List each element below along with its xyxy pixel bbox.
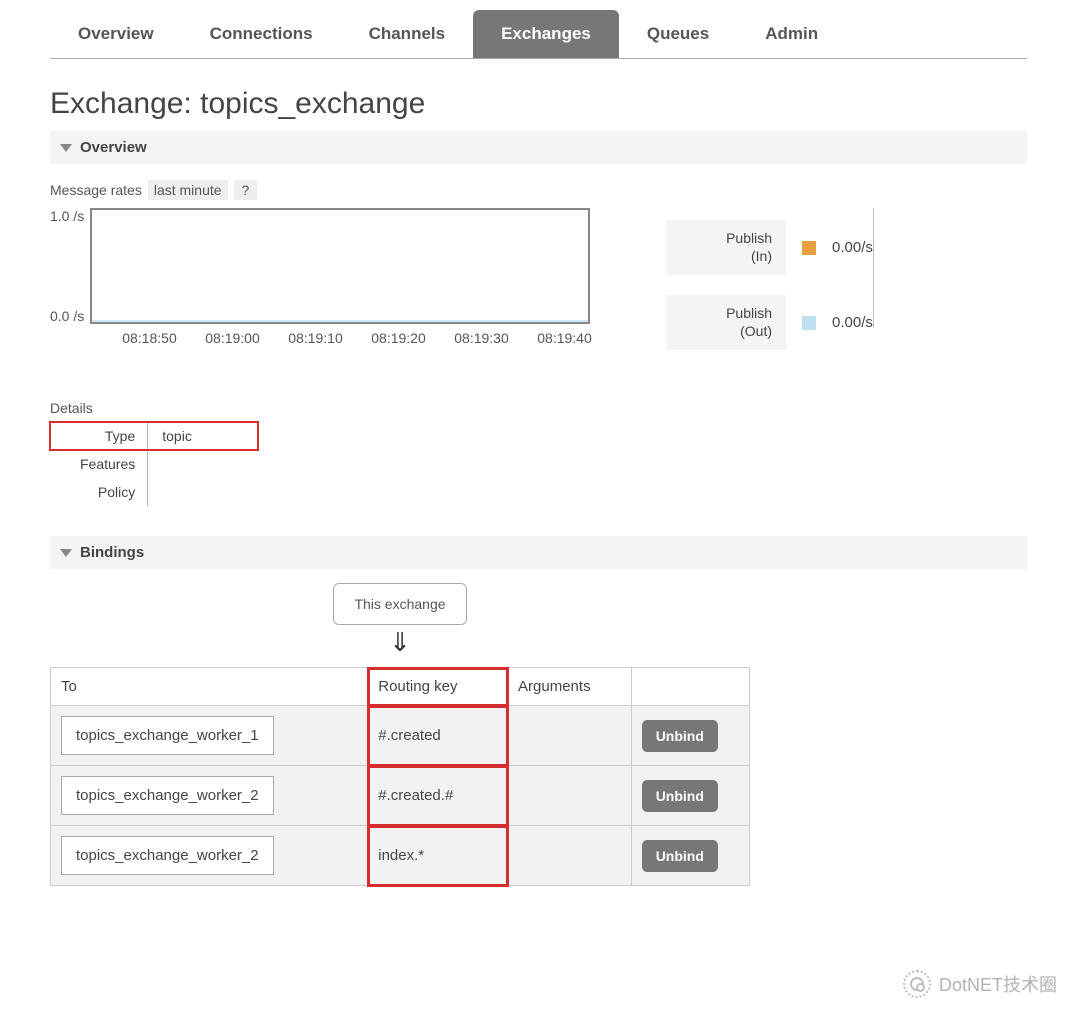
tab-connections[interactable]: Connections bbox=[182, 10, 341, 58]
bindings-table: To Routing key Arguments topics_exchange… bbox=[50, 667, 750, 886]
tab-exchanges[interactable]: Exchanges bbox=[473, 10, 619, 58]
tab-overview[interactable]: Overview bbox=[50, 10, 182, 58]
details-label-type: Type bbox=[50, 422, 148, 450]
bindings-header-row: To Routing key Arguments bbox=[51, 668, 750, 706]
section-bindings-header[interactable]: Bindings bbox=[50, 536, 1027, 569]
details-row-features: Features bbox=[50, 450, 258, 478]
binding-arguments bbox=[508, 826, 632, 886]
page-title-prefix: Exchange: bbox=[50, 87, 200, 120]
chevron-down-icon bbox=[60, 144, 72, 152]
section-overview-label: Overview bbox=[80, 139, 147, 156]
col-to: To bbox=[51, 668, 368, 706]
legend-publish-in: Publish (In) 0.00/s bbox=[666, 220, 873, 275]
details-heading: Details bbox=[50, 400, 1027, 416]
message-rates-range-select[interactable]: last minute bbox=[148, 180, 228, 200]
message-rates-controls: Message rates last minute ? bbox=[50, 180, 1027, 200]
this-exchange-box: This exchange bbox=[333, 583, 466, 625]
col-action bbox=[631, 668, 749, 706]
binding-row: topics_exchange_worker_2 #.created.# Unb… bbox=[51, 766, 750, 826]
unbind-button[interactable]: Unbind bbox=[642, 720, 718, 752]
unbind-button[interactable]: Unbind bbox=[642, 780, 718, 812]
binding-routing-key: #.created.# bbox=[368, 766, 508, 826]
chart-x-axis: 08:18:50 08:19:00 08:19:10 08:19:20 08:1… bbox=[108, 330, 606, 346]
x-tick: 08:19:40 bbox=[523, 330, 606, 346]
down-arrow-icon: ⇓ bbox=[50, 629, 750, 655]
details-label-features: Features bbox=[50, 450, 148, 478]
details-table: Type topic Features Policy bbox=[50, 422, 258, 506]
legend-publish-out-value: 0.00/s bbox=[832, 314, 873, 331]
details-row-policy: Policy bbox=[50, 478, 258, 506]
y-tick-bottom: 0.0 /s bbox=[50, 308, 84, 324]
tab-channels[interactable]: Channels bbox=[341, 10, 474, 58]
binding-queue-link[interactable]: topics_exchange_worker_2 bbox=[61, 776, 274, 815]
chart-plot-area bbox=[90, 208, 590, 324]
section-overview-header[interactable]: Overview bbox=[50, 131, 1027, 164]
watermark: DotNET技术圈 bbox=[903, 970, 1057, 998]
binding-routing-key: index.* bbox=[368, 826, 508, 886]
x-tick: 08:19:00 bbox=[191, 330, 274, 346]
unbind-button[interactable]: Unbind bbox=[642, 840, 718, 872]
legend-publish-out-label: Publish (Out) bbox=[666, 295, 786, 350]
details-label-policy: Policy bbox=[50, 478, 148, 506]
details-value-policy bbox=[148, 478, 258, 506]
page-title-name: topics_exchange bbox=[200, 87, 425, 120]
chart-legend: Publish (In) 0.00/s Publish (Out) 0.00/s bbox=[666, 220, 873, 350]
legend-publish-out: Publish (Out) 0.00/s bbox=[666, 295, 873, 350]
binding-row: topics_exchange_worker_1 #.created Unbin… bbox=[51, 706, 750, 766]
x-tick: 08:19:10 bbox=[274, 330, 357, 346]
chart-series-line bbox=[92, 320, 588, 322]
wechat-icon bbox=[903, 970, 931, 998]
top-tabs: Overview Connections Channels Exchanges … bbox=[50, 10, 1027, 59]
section-bindings-label: Bindings bbox=[80, 544, 144, 561]
binding-queue-link[interactable]: topics_exchange_worker_2 bbox=[61, 836, 274, 875]
watermark-text: DotNET技术圈 bbox=[939, 971, 1057, 997]
binding-arguments bbox=[508, 766, 632, 826]
y-tick-top: 1.0 /s bbox=[50, 208, 84, 224]
binding-queue-link[interactable]: topics_exchange_worker_1 bbox=[61, 716, 274, 755]
legend-publish-in-value: 0.00/s bbox=[832, 239, 873, 256]
legend-swatch-blue bbox=[802, 316, 816, 330]
legend-publish-in-label: Publish (In) bbox=[666, 220, 786, 275]
tab-queues[interactable]: Queues bbox=[619, 10, 737, 58]
x-tick: 08:19:20 bbox=[357, 330, 440, 346]
chevron-down-icon bbox=[60, 549, 72, 557]
legend-swatch-orange bbox=[802, 241, 816, 255]
details-value-features bbox=[148, 450, 258, 478]
binding-row: topics_exchange_worker_2 index.* Unbind bbox=[51, 826, 750, 886]
message-rates-chart: 1.0 /s 0.0 /s 08:18:50 08:19:00 08:19:10… bbox=[50, 208, 606, 346]
tab-admin[interactable]: Admin bbox=[737, 10, 846, 58]
message-rates-help[interactable]: ? bbox=[234, 180, 258, 200]
details-value-type: topic bbox=[148, 422, 258, 450]
x-tick: 08:19:30 bbox=[440, 330, 523, 346]
binding-arguments bbox=[508, 706, 632, 766]
legend-separator bbox=[873, 208, 874, 328]
x-tick: 08:18:50 bbox=[108, 330, 191, 346]
message-rates-chart-row: 1.0 /s 0.0 /s 08:18:50 08:19:00 08:19:10… bbox=[50, 208, 1027, 350]
col-arguments: Arguments bbox=[508, 668, 632, 706]
page-title: Exchange: topics_exchange bbox=[50, 87, 1027, 121]
message-rates-label: Message rates bbox=[50, 182, 142, 198]
col-routing-key: Routing key bbox=[368, 668, 508, 706]
binding-routing-key: #.created bbox=[368, 706, 508, 766]
details-row-type: Type topic bbox=[50, 422, 258, 450]
chart-y-axis: 1.0 /s 0.0 /s bbox=[50, 208, 90, 324]
